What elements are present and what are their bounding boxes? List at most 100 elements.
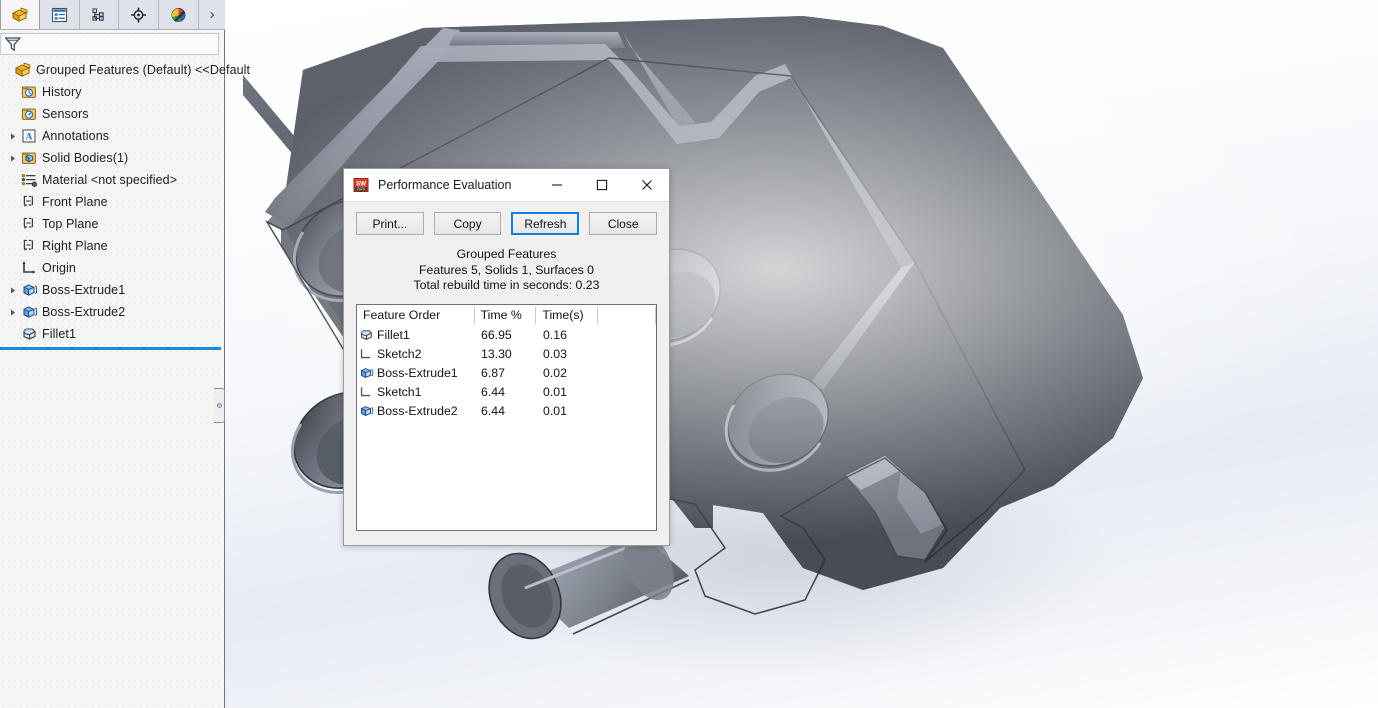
tab-display-manager[interactable]	[159, 0, 200, 29]
boss-extrude-icon	[357, 365, 375, 381]
feature-name-label: Boss-Extrude2	[377, 404, 458, 418]
cell-time-percent: 6.87	[481, 366, 505, 380]
tree-item-label: Fillet1	[42, 327, 77, 341]
tree-item-label: Right Plane	[42, 239, 108, 253]
tab-property-manager[interactable]	[39, 0, 80, 29]
tree-item-origin[interactable]: Origin	[0, 257, 224, 279]
tab-configuration-manager[interactable]	[79, 0, 120, 29]
tree-item-label: Boss-Extrude1	[42, 283, 126, 297]
fillet-icon	[361, 330, 372, 340]
tree-item-annotations[interactable]: A Annotations	[0, 125, 224, 147]
refresh-button[interactable]: Refresh	[511, 212, 580, 235]
maximize-icon[interactable]	[579, 169, 624, 201]
tree-item-label: Material <not specified>	[42, 173, 178, 187]
column-header-blank[interactable]	[598, 305, 656, 326]
column-header-feature-order[interactable]: Feature Order	[357, 305, 475, 326]
tree-item-label: Top Plane	[42, 217, 99, 231]
part-icon	[13, 61, 32, 79]
tree-item-label: Sensors	[42, 107, 89, 121]
cell-time-seconds: 0.16	[543, 328, 567, 342]
feature-name-label: Sketch1	[377, 385, 422, 399]
solidworks-icon: SW 2020	[353, 178, 369, 192]
plane-icon	[19, 193, 38, 211]
tree-item-label: Boss-Extrude2	[42, 305, 126, 319]
tree-item-label: Origin	[42, 261, 76, 275]
plane-icon	[19, 215, 38, 233]
boss-extrude-icon	[357, 403, 375, 419]
cell-time-percent: 6.44	[481, 385, 505, 399]
panel-splitter-handle[interactable]	[214, 388, 225, 423]
expand-arrow-icon[interactable]	[6, 279, 19, 301]
solid-bodies-icon	[19, 149, 38, 167]
sensors-icon	[19, 105, 38, 123]
table-row[interactable]: Sketch1 6.44 0.01	[357, 383, 656, 402]
table-row[interactable]: Fillet1 66.95 0.16	[357, 326, 656, 345]
tab-dimxpert-manager[interactable]	[119, 0, 160, 29]
table-row[interactable]: Boss-Extrude1 6.87 0.02	[357, 364, 656, 383]
tree-item-grouped-features-default-default[interactable]: Grouped Features (Default) <<Default	[0, 59, 250, 81]
rollback-bar[interactable]	[0, 347, 221, 350]
tree-item-material-not-specified[interactable]: Material <not specified>	[0, 169, 224, 191]
table-row[interactable]: Sketch2 13.30 0.03	[357, 345, 656, 364]
tree-item-history[interactable]: History	[0, 81, 224, 103]
tree-item-front-plane[interactable]: Front Plane	[0, 191, 224, 213]
column-header-label: Time(s)	[542, 308, 584, 322]
column-header-label: Feature Order	[363, 308, 441, 322]
boss-extrude-icon	[19, 303, 38, 321]
solid-bodies-icon	[21, 152, 36, 164]
copy-button[interactable]: Copy	[433, 212, 502, 235]
column-header-time-s[interactable]: Time(s)	[536, 305, 599, 326]
dialog-title-bar[interactable]: SW 2020 Performance Evaluation	[344, 169, 669, 202]
tree-item-boss-extrude2[interactable]: Boss-Extrude2	[0, 301, 224, 323]
fillet-icon	[357, 327, 375, 343]
sketch-icon	[357, 384, 375, 400]
tab-feature-manager-design-tree[interactable]	[0, 0, 40, 29]
column-header-time[interactable]: Time %	[475, 305, 537, 326]
svg-text:A: A	[25, 132, 32, 143]
fillet-icon	[19, 325, 38, 343]
close-icon[interactable]	[624, 169, 669, 201]
material-icon	[21, 173, 37, 187]
cell-time-percent: 66.95	[481, 328, 512, 342]
feature-timing-list[interactable]: Feature Order Time % Time(s) Fillet1 66.95 0…	[356, 303, 657, 531]
print-button[interactable]: Print...	[356, 212, 424, 235]
expand-arrow-icon[interactable]	[6, 301, 19, 323]
table-body[interactable]: Fillet1 66.95 0.16 Sketch2 13.30 0.03 Boss-Ex…	[357, 326, 656, 421]
origin-icon	[21, 261, 36, 274]
origin-icon	[19, 259, 38, 277]
close-button[interactable]: Close	[589, 212, 658, 235]
tree-item-fillet1[interactable]: Fillet1	[0, 323, 224, 345]
column-divider[interactable]	[655, 306, 656, 324]
cell-time-seconds: 0.01	[543, 404, 567, 418]
dialog-summary: Grouped Features Features 5, Solids 1, S…	[344, 243, 669, 304]
material-icon	[19, 171, 38, 189]
part-icon	[15, 62, 30, 77]
sketch-icon	[360, 387, 371, 397]
minimize-icon[interactable]	[534, 169, 579, 201]
boss-extrude-icon	[361, 406, 374, 417]
svg-text:2020: 2020	[357, 187, 365, 191]
more-tabs-button[interactable]: ›	[199, 0, 226, 29]
history-icon	[19, 83, 38, 101]
boss-extrude-icon	[361, 368, 374, 379]
feature-tree[interactable]: Grouped Features (Default) <<Default His…	[0, 57, 250, 345]
tree-item-boss-extrude1[interactable]: Boss-Extrude1	[0, 279, 224, 301]
feature-name-label: Boss-Extrude1	[377, 366, 458, 380]
tree-item-solid-bodies-1[interactable]: Solid Bodies(1)	[0, 147, 224, 169]
sensors-icon	[21, 108, 36, 120]
expand-arrow-icon[interactable]	[6, 147, 19, 169]
expand-arrow-icon[interactable]	[6, 125, 19, 147]
tree-item-right-plane[interactable]: Right Plane	[0, 235, 224, 257]
feature-tree-filter[interactable]	[0, 33, 219, 55]
performance-evaluation-dialog[interactable]: SW 2020 Performance Evaluation Print... C…	[343, 168, 670, 546]
tree-item-sensors[interactable]: Sensors	[0, 103, 224, 125]
table-row[interactable]: Boss-Extrude2 6.44 0.01	[357, 402, 656, 421]
plane-icon	[19, 237, 38, 255]
boss-extrude-icon	[23, 284, 37, 296]
tree-item-top-plane[interactable]: Top Plane	[0, 213, 224, 235]
